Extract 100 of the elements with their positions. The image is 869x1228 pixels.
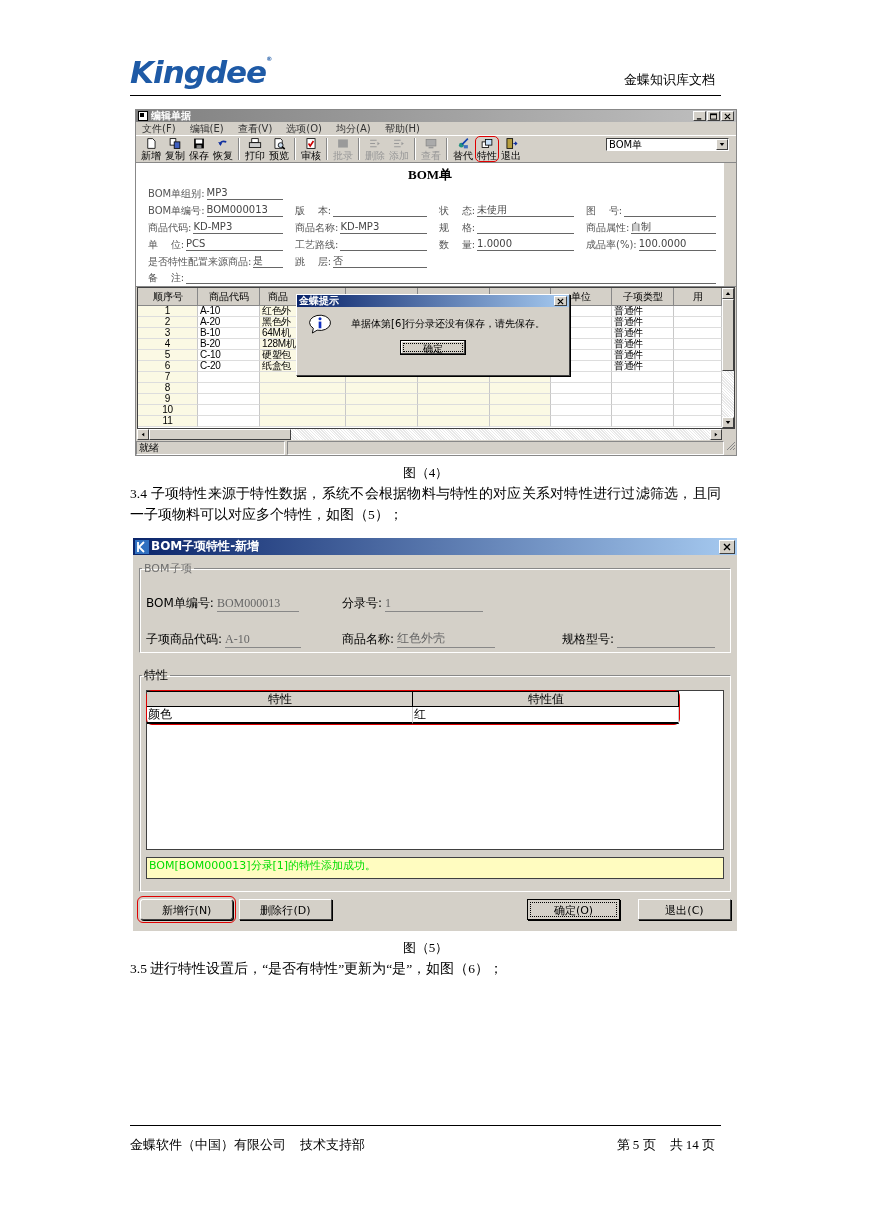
field-label: 子项商品代码: xyxy=(146,631,223,648)
toolbar-button[interactable]: 恢复 xyxy=(211,136,235,162)
table-cell: 普通件 xyxy=(612,339,674,350)
field-value[interactable]: 自制 xyxy=(631,221,716,234)
table-cell[interactable]: 红 xyxy=(413,707,679,724)
department-name: 技术支持部 xyxy=(300,1136,365,1154)
toolbar-button[interactable]: 替代 xyxy=(451,136,475,162)
bill-type-dropdown[interactable]: BOM单 xyxy=(606,138,729,151)
field-value[interactable]: KD-MP3 xyxy=(193,221,283,234)
table-cell[interactable]: 颜色 xyxy=(147,707,413,724)
menu-item[interactable]: 文件(F) xyxy=(142,122,176,135)
field-value[interactable]: 1 xyxy=(385,596,484,612)
field-label: 版 本: xyxy=(295,205,332,217)
dialog-button[interactable]: 退出(C) xyxy=(638,899,731,920)
toolbar-button[interactable]: 审核 xyxy=(299,136,323,162)
status-message: BOM[BOM000013]分录[1]的特性添加成功。 xyxy=(146,857,724,879)
toolbar-button[interactable]: 保存 xyxy=(187,136,211,162)
dialog-title: 金蝶提示 xyxy=(299,295,339,307)
table-cell: 普通件 xyxy=(612,361,674,372)
field-label: 是否特性配置来源商品: xyxy=(148,256,252,268)
field-label: 单 位: xyxy=(148,239,185,251)
figure-caption: 图（4） xyxy=(401,465,450,481)
table-cell: 1 xyxy=(138,306,198,317)
paragraph: 3.4 子项特性来源于特性数据，系统不会根据物料与特性的对应关系对特性进行过滤筛选，且同一子项物料可以对应多个特性，如图（5）； xyxy=(130,485,721,524)
field-value[interactable]: 是 xyxy=(253,255,283,268)
field-label: 数 量: xyxy=(439,239,476,251)
field-value[interactable]: 1.0000 xyxy=(477,238,574,251)
table-cell: 4 xyxy=(138,339,198,350)
field-label: 状 态: xyxy=(439,205,476,217)
menu-item[interactable]: 均分(A) xyxy=(336,122,371,135)
form-title: BOM单 xyxy=(406,167,454,183)
field-label: BOM单编号: xyxy=(146,595,214,612)
company-name: 金蝶软件（中国）有限公司 xyxy=(130,1136,286,1154)
table-cell: 7 xyxy=(138,372,198,383)
window-title: BOM子项特性-新增 xyxy=(151,538,261,555)
table-cell: 普通件 xyxy=(612,328,674,339)
field-value[interactable]: A-10 xyxy=(225,632,302,648)
toolbar-button[interactable]: 退出 xyxy=(499,136,523,162)
field-label: 图 号: xyxy=(586,205,623,217)
menu-item[interactable]: 选项(O) xyxy=(286,122,323,135)
table-cell: 11 xyxy=(138,416,198,427)
table-cell: 6 xyxy=(138,361,198,372)
group-title: 特性 xyxy=(143,667,169,684)
paragraph: 3.5 进行特性设置后，“是否有特性”更新为“是”，如图（6）； xyxy=(130,960,504,978)
toolbar-button[interactable]: 打印 xyxy=(243,136,267,162)
menu-item[interactable]: 帮助(H) xyxy=(384,122,420,135)
field-value[interactable]: MP3 xyxy=(206,187,283,200)
dialog-button[interactable]: 确定(O) xyxy=(527,899,620,920)
company-logo: Kingdee$^{®}$ xyxy=(130,53,272,92)
page-total: 共 14 页 xyxy=(669,1136,715,1154)
field-label: 分录号: xyxy=(342,595,383,612)
field-label: 规格型号: xyxy=(562,631,615,648)
column-header[interactable]: 商品代码 xyxy=(198,288,260,306)
field-label: 商品名称: xyxy=(295,222,339,234)
toolbar-button[interactable]: 新增 xyxy=(139,136,163,162)
field-value[interactable]: BOM000013 xyxy=(216,596,299,612)
field-value[interactable]: 未使用 xyxy=(477,204,574,217)
toolbar-button[interactable]: 复制 xyxy=(163,136,187,162)
field-label: 成品率(%): xyxy=(586,239,637,251)
table-cell: 普通件 xyxy=(612,350,674,361)
group-title: BOM子项 xyxy=(143,561,193,576)
menu-item[interactable]: 查看(V) xyxy=(237,122,273,135)
window-title: 编辑单据 xyxy=(151,110,192,122)
dialog-message: 单据体第[6]行分录还没有保存，请先保存。 xyxy=(351,316,546,331)
table-cell: 10 xyxy=(138,405,198,416)
table-cell: 9 xyxy=(138,394,198,405)
toolbar-button[interactable]: 预览 xyxy=(267,136,291,162)
table-cell: 8 xyxy=(138,383,198,394)
table-cell: 普通件 xyxy=(612,317,674,328)
field-value[interactable]: BOM000013 xyxy=(206,204,283,217)
field-value[interactable]: PCS xyxy=(186,238,283,251)
menu-item[interactable]: 编辑(E) xyxy=(189,122,224,135)
field-label: 规 格: xyxy=(439,222,476,234)
column-header[interactable]: 特性 xyxy=(147,691,413,707)
column-header[interactable]: 用 xyxy=(674,288,722,306)
field-value[interactable]: 否 xyxy=(333,255,427,268)
field-value[interactable]: 红色外壳 xyxy=(397,630,496,648)
field-label: 商品属性: xyxy=(586,222,630,234)
table-cell: 3 xyxy=(138,328,198,339)
toolbar-button[interactable]: 特性 xyxy=(475,136,499,162)
column-header[interactable]: 特性值 xyxy=(413,691,679,707)
table-cell: 5 xyxy=(138,350,198,361)
field-label: 备 注: xyxy=(148,272,185,284)
field-label: BOM单编号: xyxy=(148,205,205,217)
document-title: 金蝶知识库文档 xyxy=(624,71,715,89)
dialog-button[interactable]: 新增行(N) xyxy=(140,899,233,920)
table-cell: 2 xyxy=(138,317,198,328)
field-value[interactable]: 100.0000 xyxy=(638,238,716,251)
column-header[interactable]: 顺序号 xyxy=(138,288,198,306)
figure-caption: 图（5） xyxy=(401,940,450,956)
field-label: 商品名称: xyxy=(342,631,395,648)
field-label: 商品代码: xyxy=(148,222,192,234)
status-text: 就绪 xyxy=(136,441,285,455)
column-header[interactable]: 子项类型 xyxy=(612,288,674,306)
table-cell: 普通件 xyxy=(612,306,674,317)
field-label: 工艺路线: xyxy=(295,239,339,251)
field-value[interactable]: KD-MP3 xyxy=(340,221,427,234)
field-label: BOM单组别: xyxy=(148,188,205,200)
dialog-button[interactable]: 删除行(D) xyxy=(239,899,332,920)
field-label: 跳 层: xyxy=(295,256,332,268)
